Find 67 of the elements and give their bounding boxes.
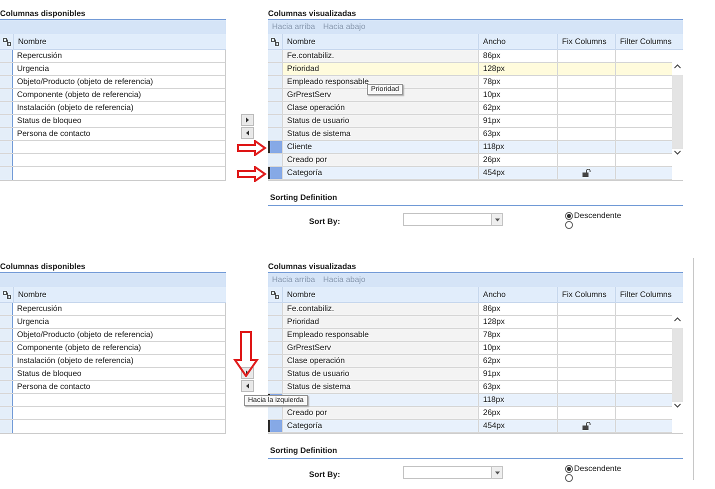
radio-label: Descendente (574, 210, 622, 222)
section-title: Sorting Definition (269, 193, 338, 203)
section-title: Columnas visualizadas (268, 9, 358, 19)
row-selector[interactable] (268, 167, 282, 179)
table-cell[interactable]: Creado por (282, 407, 478, 419)
table-cell[interactable]: Clase operación (282, 355, 478, 367)
column-header[interactable]: Ancho (478, 34, 557, 49)
column-header[interactable]: Filter Columns (615, 34, 672, 49)
callout-arrow-icon (233, 331, 259, 377)
table-cell[interactable]: Cliente (282, 141, 478, 153)
table-cell[interactable]: Status de usuario (282, 115, 478, 127)
table-cell[interactable]: Status de sistema (282, 381, 478, 393)
table-cell[interactable]: Fe.contabiliz. (282, 50, 478, 62)
table-cell: 454px (478, 167, 557, 179)
field-label: Sort By: (308, 216, 342, 228)
table-cell: 454px (478, 420, 557, 432)
callout-arrow-icon (237, 140, 267, 156)
chevron-up-icon (673, 62, 682, 70)
table-cell[interactable]: Prioridad (282, 316, 478, 328)
column-header[interactable]: Nombre (282, 34, 478, 49)
sort-by-dropdown[interactable] (403, 466, 503, 479)
hierarchy-icon (271, 290, 279, 298)
table-cell[interactable]: Categoría (282, 167, 478, 179)
caret-down-icon (494, 218, 500, 222)
table-cell: 118px (478, 394, 557, 406)
table-cell: 118px (478, 141, 557, 153)
table-cell[interactable]: GrPrestServ (282, 342, 478, 354)
radio-button[interactable] (565, 212, 573, 220)
table-cell[interactable]: Creado por (282, 154, 478, 166)
table-cell[interactable]: Fe.contabiliz. (282, 303, 478, 315)
chevron-down-icon (673, 402, 682, 410)
column-header[interactable]: Ancho (478, 287, 557, 302)
table-cell[interactable]: Prioridad (282, 63, 478, 75)
sort-by-dropdown[interactable] (403, 213, 503, 226)
caret-down-icon (494, 470, 500, 474)
table-cell[interactable]: Status de usuario (282, 368, 478, 380)
chevron-up-icon (673, 315, 682, 323)
table-cell[interactable]: Status de sistema (282, 128, 478, 140)
chevron-down-icon (673, 149, 682, 157)
column-header[interactable]: Fix Columns (557, 34, 615, 49)
callout-arrow-icon (237, 166, 267, 182)
section-title: Columnas disponibles (0, 262, 86, 272)
hierarchy-icon (271, 38, 279, 46)
move-left-button[interactable] (240, 127, 254, 139)
hierarchy-icon (2, 38, 10, 46)
radio-label: Descendente (574, 462, 622, 474)
radio-button[interactable] (565, 474, 573, 482)
section-title: Columnas disponibles (0, 9, 86, 19)
table-cell[interactable]: Empleado responsable (282, 329, 478, 341)
move-left-button[interactable] (240, 380, 254, 392)
scrollbar-thumb[interactable] (672, 75, 683, 149)
section-title: Columnas visualizadas (268, 262, 358, 272)
hierarchy-icon (2, 290, 10, 298)
row-selector[interactable] (268, 141, 282, 153)
column-header[interactable]: Nombre (282, 287, 478, 302)
scrollbar-thumb[interactable] (672, 328, 683, 402)
table-cell: 128px (478, 63, 557, 75)
table-cell[interactable]: Clase operación (282, 102, 478, 114)
section-title: Sorting Definition (269, 446, 338, 456)
row-selector[interactable] (268, 420, 282, 432)
radio-button[interactable] (565, 464, 573, 472)
radio-button[interactable] (565, 220, 573, 228)
table-cell[interactable]: Categoría (282, 420, 478, 432)
column-header[interactable]: Filter Columns (615, 287, 672, 302)
move-right-button[interactable] (240, 114, 254, 126)
field-label: Sort By: (308, 469, 342, 481)
column-header[interactable]: Fix Columns (557, 287, 615, 302)
